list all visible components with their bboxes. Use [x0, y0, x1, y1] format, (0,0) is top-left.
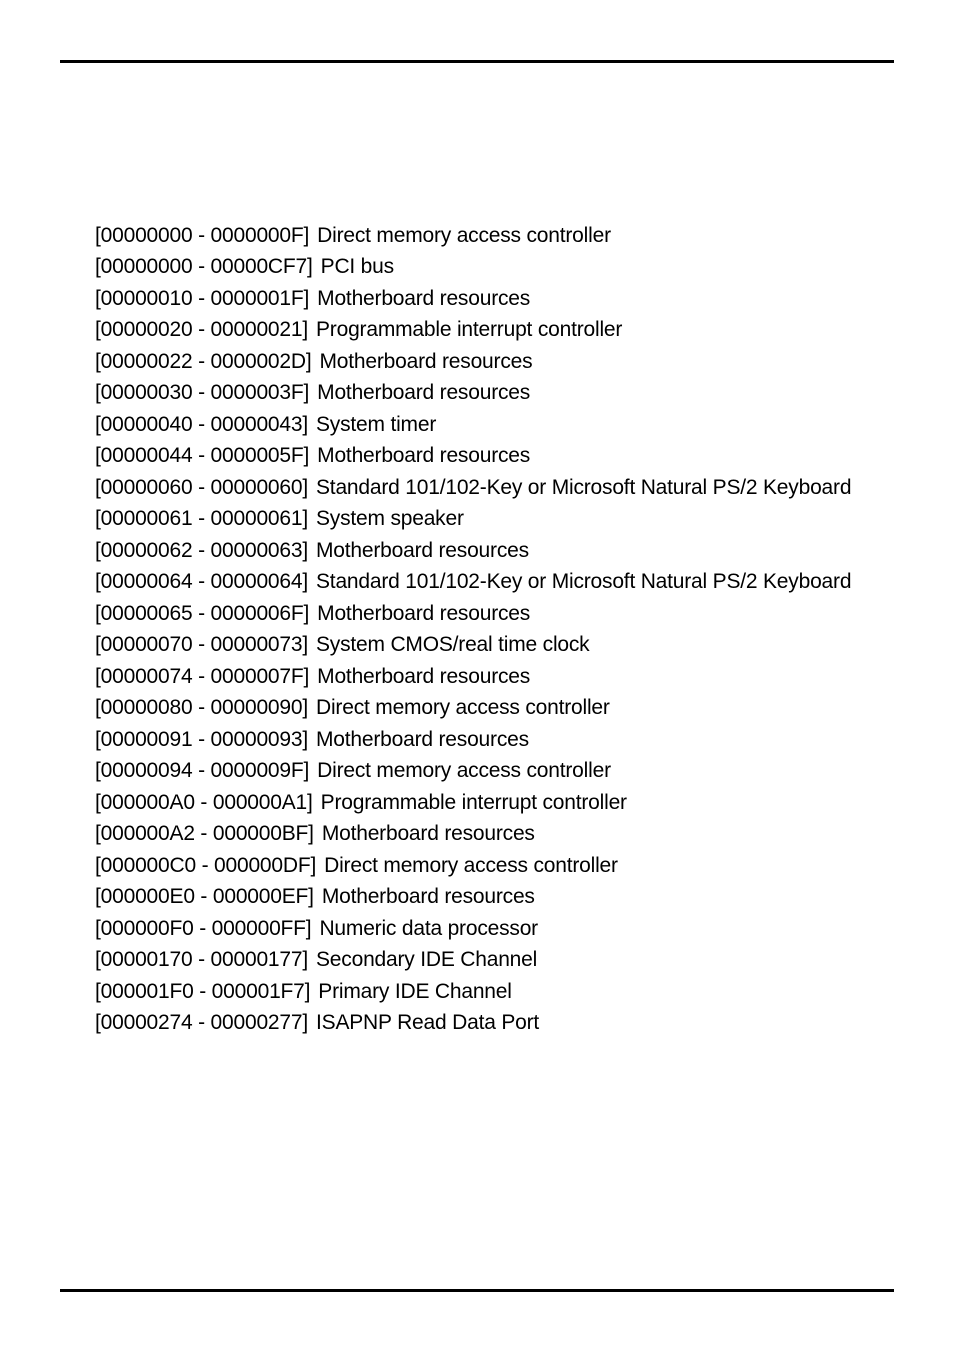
resource-description: Standard 101/102-Key or Microsoft Natura… [316, 570, 851, 594]
list-item[interactable]: [00000080 - 00000090] Direct memory acce… [95, 693, 879, 725]
list-item[interactable]: [00000061 - 00000061] System speaker [95, 504, 879, 536]
resource-range: [00000091 - 00000093] [95, 728, 308, 752]
list-item[interactable]: [000000A2 - 000000BF] Motherboard resour… [95, 819, 879, 851]
list-item[interactable]: [000001F0 - 000001F7] Primary IDE Channe… [95, 976, 879, 1008]
resource-range: [00000094 - 0000009F] [95, 759, 309, 783]
resource-description: Motherboard resources [317, 287, 530, 311]
resource-description: Direct memory access controller [316, 696, 610, 720]
resource-range: [000000F0 - 000000FF] [95, 917, 311, 941]
resource-description: Motherboard resources [317, 665, 530, 689]
list-item[interactable]: [00000091 - 00000093] Motherboard resour… [95, 724, 879, 756]
resource-description: PCI bus [321, 255, 394, 279]
list-item[interactable]: [00000022 - 0000002D] Motherboard resour… [95, 346, 879, 378]
list-item[interactable]: [00000070 - 00000073] System CMOS/real t… [95, 630, 879, 662]
list-item[interactable]: [00000000 - 00000CF7] PCI bus [95, 252, 879, 284]
resource-description: Programmable interrupt controller [321, 791, 627, 815]
resource-description: ISAPNP Read Data Port [316, 1011, 539, 1035]
list-item[interactable]: [00000074 - 0000007F] Motherboard resour… [95, 661, 879, 693]
list-item[interactable]: [00000064 - 00000064] Standard 101/102-K… [95, 567, 879, 599]
resource-description: Numeric data processor [319, 917, 538, 941]
list-item[interactable]: [00000062 - 00000063] Motherboard resour… [95, 535, 879, 567]
list-item[interactable]: [00000010 - 0000001F] Motherboard resour… [95, 283, 879, 315]
list-item[interactable]: [00000044 - 0000005F] Motherboard resour… [95, 441, 879, 473]
resource-range: [00000170 - 00000177] [95, 948, 308, 972]
resource-description: Primary IDE Channel [318, 980, 511, 1004]
list-item[interactable]: [00000065 - 0000006F] Motherboard resour… [95, 598, 879, 630]
resource-range: [00000274 - 00000277] [95, 1011, 308, 1035]
resource-range: [00000010 - 0000001F] [95, 287, 309, 311]
list-item[interactable]: [000000F0 - 000000FF] Numeric data proce… [95, 913, 879, 945]
resource-description: Motherboard resources [317, 602, 530, 626]
resource-description: Direct memory access controller [317, 759, 611, 783]
list-item[interactable]: [00000170 - 00000177] Secondary IDE Chan… [95, 945, 879, 977]
resource-description: Motherboard resources [316, 728, 529, 752]
resource-description: System timer [316, 413, 436, 437]
list-item[interactable]: [00000000 - 0000000F] Direct memory acce… [95, 220, 879, 252]
list-item[interactable]: [00000060 - 00000060] Standard 101/102-K… [95, 472, 879, 504]
resource-range: [00000061 - 00000061] [95, 507, 308, 531]
resource-description: Motherboard resources [317, 444, 530, 468]
list-item[interactable]: [00000094 - 0000009F] Direct memory acce… [95, 756, 879, 788]
resource-description: Motherboard resources [320, 350, 533, 374]
list-item[interactable]: [00000040 - 00000043] System timer [95, 409, 879, 441]
list-item[interactable]: [000000A0 - 000000A1] Programmable inter… [95, 787, 879, 819]
list-item[interactable]: [000000E0 - 000000EF] Motherboard resour… [95, 882, 879, 914]
resource-list: [00000000 - 0000000F] Direct memory acce… [95, 220, 879, 1039]
resource-range: [00000074 - 0000007F] [95, 665, 309, 689]
top-divider [60, 60, 894, 63]
resource-range: [000000E0 - 000000EF] [95, 885, 314, 909]
resource-range: [000000A0 - 000000A1] [95, 791, 313, 815]
resource-range: [00000064 - 00000064] [95, 570, 308, 594]
resource-range: [00000062 - 00000063] [95, 539, 308, 563]
resource-description: Direct memory access controller [324, 854, 618, 878]
resource-description: System speaker [316, 507, 464, 531]
resource-description: Secondary IDE Channel [316, 948, 537, 972]
resource-range: [00000000 - 0000000F] [95, 224, 309, 248]
resource-range: [00000020 - 00000021] [95, 318, 308, 342]
resource-description: Motherboard resources [322, 822, 535, 846]
resource-range: [00000070 - 00000073] [95, 633, 308, 657]
resource-range: [00000080 - 00000090] [95, 696, 308, 720]
resource-description: Motherboard resources [322, 885, 535, 909]
resource-range: [00000065 - 0000006F] [95, 602, 309, 626]
resource-range: [000000A2 - 000000BF] [95, 822, 314, 846]
list-item[interactable]: [00000274 - 00000277] ISAPNP Read Data P… [95, 1008, 879, 1040]
resource-description: Direct memory access controller [317, 224, 611, 248]
resource-description: System CMOS/real time clock [316, 633, 590, 657]
resource-range: [00000030 - 0000003F] [95, 381, 309, 405]
resource-range: [00000040 - 00000043] [95, 413, 308, 437]
resource-range: [000001F0 - 000001F7] [95, 980, 310, 1004]
list-item[interactable]: [00000020 - 00000021] Programmable inter… [95, 315, 879, 347]
bottom-divider [60, 1289, 894, 1292]
resource-range: [00000060 - 00000060] [95, 476, 308, 500]
resource-range: [00000000 - 00000CF7] [95, 255, 313, 279]
resource-range: [000000C0 - 000000DF] [95, 854, 316, 878]
list-item[interactable]: [000000C0 - 000000DF] Direct memory acce… [95, 850, 879, 882]
list-item[interactable]: [00000030 - 0000003F] Motherboard resour… [95, 378, 879, 410]
resource-description: Standard 101/102-Key or Microsoft Natura… [316, 476, 851, 500]
resource-description: Programmable interrupt controller [316, 318, 622, 342]
resource-description: Motherboard resources [317, 381, 530, 405]
resource-range: [00000044 - 0000005F] [95, 444, 309, 468]
resource-range: [00000022 - 0000002D] [95, 350, 312, 374]
resource-description: Motherboard resources [316, 539, 529, 563]
